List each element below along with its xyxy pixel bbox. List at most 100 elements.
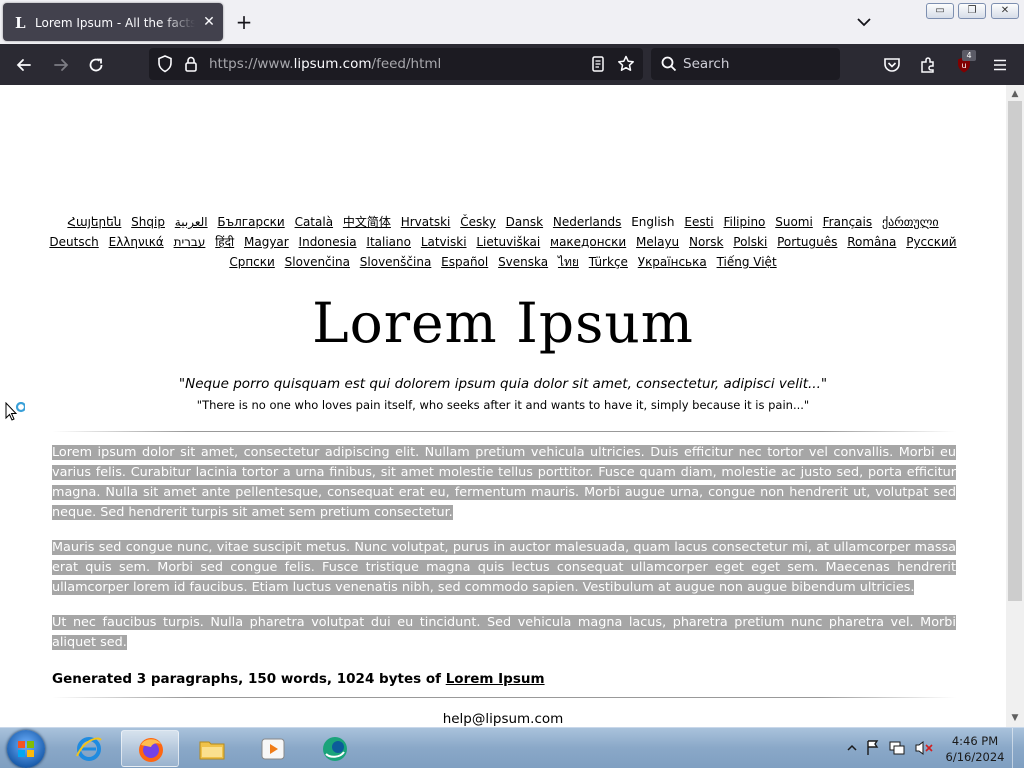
language-link[interactable]: हिंदी <box>215 235 234 249</box>
language-links: Հայերեն Shqip العربية Български Català 中… <box>40 212 966 272</box>
lorem-paragraph-1: Lorem ipsum dolor sit amet, consectetur … <box>52 445 956 520</box>
new-tab-button[interactable]: + <box>234 12 254 32</box>
language-link[interactable]: Filipino <box>723 215 765 229</box>
menu-hamburger-icon[interactable] <box>989 54 1011 76</box>
language-link[interactable]: עברית <box>174 235 206 249</box>
taskbar-firefox[interactable] <box>121 730 179 767</box>
language-link[interactable]: Italiano <box>366 235 411 249</box>
language-link[interactable]: Norsk <box>689 235 723 249</box>
lorem-paragraph-3: Ut nec faucibus turpis. Nulla pharetra v… <box>52 615 956 650</box>
vertical-scrollbar[interactable]: ▲ ▼ <box>1006 85 1024 727</box>
language-link[interactable]: Shqip <box>131 215 165 229</box>
media-player-icon <box>258 734 288 764</box>
language-link[interactable]: Hrvatski <box>401 215 451 229</box>
taskbar-internet-explorer[interactable] <box>60 730 118 767</box>
scroll-up-arrow-icon[interactable]: ▲ <box>1009 88 1021 100</box>
start-button[interactable] <box>7 730 45 768</box>
lorem-paragraph-2: Mauris sed congue nunc, vitae suscipit m… <box>52 540 956 595</box>
language-link[interactable]: Հայերեն <box>67 215 121 229</box>
tab-active[interactable]: L Lorem Ipsum - All the facts - Lipsum g… <box>3 3 223 41</box>
language-link[interactable]: македонски <box>550 235 626 249</box>
tab-title: Lorem Ipsum - All the facts - Lipsum gen… <box>35 16 195 30</box>
address-bar[interactable]: https://www.lipsum.com/feed/html <box>149 48 643 80</box>
close-tab-icon[interactable]: ✕ <box>201 14 217 30</box>
extensions-puzzle-icon[interactable] <box>917 54 939 76</box>
divider <box>52 431 956 432</box>
page-content: Հայերեն Shqip العربية Български Català 中… <box>0 85 1006 727</box>
language-link[interactable]: Magyar <box>244 235 289 249</box>
lorem-ipsum-link[interactable]: Lorem Ipsum <box>446 671 545 687</box>
scroll-thumb[interactable] <box>1008 101 1022 601</box>
minimize-icon[interactable]: ▭ <box>926 3 954 19</box>
language-link[interactable]: ไทย <box>558 255 579 269</box>
quote-english: "There is no one who loves pain itself, … <box>196 398 810 412</box>
language-link[interactable]: Nederlands <box>553 215 621 229</box>
reader-view-icon[interactable] <box>587 53 609 75</box>
scroll-down-arrow-icon[interactable]: ▼ <box>1009 712 1021 724</box>
language-link[interactable]: Polski <box>733 235 767 249</box>
search-icon <box>658 53 680 75</box>
search-placeholder: Search <box>683 56 730 72</box>
extension-badge: 4 <box>962 50 976 61</box>
language-link[interactable]: ქართული <box>882 215 939 229</box>
language-link[interactable]: Svenska <box>498 255 548 269</box>
busy-cursor-icon <box>5 401 27 424</box>
search-bar[interactable]: Search <box>651 48 840 80</box>
taskbar-file-explorer[interactable] <box>183 730 241 767</box>
close-window-icon[interactable]: ✕ <box>991 3 1019 19</box>
back-icon[interactable] <box>13 54 35 76</box>
language-link[interactable]: 中文简体 <box>343 215 391 229</box>
taskbar-media-player[interactable] <box>244 730 302 767</box>
language-link: English <box>631 215 675 229</box>
language-link[interactable]: Româna <box>847 235 896 249</box>
taskbar-app[interactable] <box>306 730 364 767</box>
language-link[interactable]: Català <box>295 215 333 229</box>
language-link[interactable]: Deutsch <box>49 235 98 249</box>
language-link[interactable]: Español <box>441 255 488 269</box>
language-link[interactable]: Українська <box>638 255 707 269</box>
taskbar-clock[interactable]: 4:46 PM 6/16/2024 <box>940 733 1010 765</box>
language-link[interactable]: Suomi <box>775 215 813 229</box>
tab-strip: L Lorem Ipsum - All the facts - Lipsum g… <box>0 0 1024 44</box>
language-link[interactable]: Latviski <box>421 235 467 249</box>
language-link[interactable]: Português <box>777 235 837 249</box>
pocket-icon[interactable] <box>881 54 903 76</box>
site-favicon-icon: L <box>15 14 26 32</box>
contact-email[interactable]: help@lipsum.com <box>0 710 1006 727</box>
lock-icon[interactable] <box>180 53 202 75</box>
show-desktop-button[interactable] <box>1012 728 1024 768</box>
file-explorer-icon <box>197 734 227 764</box>
app-icon <box>320 734 350 764</box>
language-link[interactable]: Slovenčina <box>285 255 350 269</box>
language-link[interactable]: Pyccкий <box>906 235 956 249</box>
action-center-flag-icon[interactable] <box>866 738 880 758</box>
windows-taskbar: 4:46 PM 6/16/2024 <box>0 727 1024 768</box>
language-link[interactable]: Česky <box>460 215 496 229</box>
language-link[interactable]: Slovenščina <box>360 255 432 269</box>
volume-muted-icon[interactable] <box>914 738 932 758</box>
language-link[interactable]: Lietuviškai <box>476 235 540 249</box>
clock-date: 6/16/2024 <box>945 750 1005 764</box>
language-link[interactable]: Български <box>217 215 284 229</box>
generated-summary: Generated 3 paragraphs, 150 words, 1024 … <box>52 671 545 687</box>
network-icon[interactable] <box>890 738 906 758</box>
forward-icon[interactable] <box>50 54 72 76</box>
language-link[interactable]: Eesti <box>684 215 713 229</box>
language-link[interactable]: Ελληνικά <box>109 235 164 249</box>
internet-explorer-icon <box>74 734 104 764</box>
language-link[interactable]: Türkçe <box>589 255 628 269</box>
tracking-protection-shield-icon[interactable] <box>154 53 176 75</box>
restore-icon[interactable]: ❐ <box>958 3 986 19</box>
reload-icon[interactable] <box>85 54 107 76</box>
language-link[interactable]: Melayu <box>636 235 679 249</box>
bookmark-star-icon[interactable] <box>615 53 637 75</box>
language-link[interactable]: Dansk <box>506 215 543 229</box>
navigation-toolbar: https://www.lipsum.com/feed/html Search … <box>0 44 1024 85</box>
language-link[interactable]: Tiếng Việt <box>717 255 777 269</box>
tray-overflow-icon[interactable] <box>846 738 858 758</box>
language-link[interactable]: Српски <box>229 255 275 269</box>
language-link[interactable]: Français <box>823 215 872 229</box>
language-link[interactable]: Indonesia <box>299 235 357 249</box>
list-all-tabs-icon[interactable] <box>854 12 874 32</box>
language-link[interactable]: العربية <box>175 215 208 229</box>
